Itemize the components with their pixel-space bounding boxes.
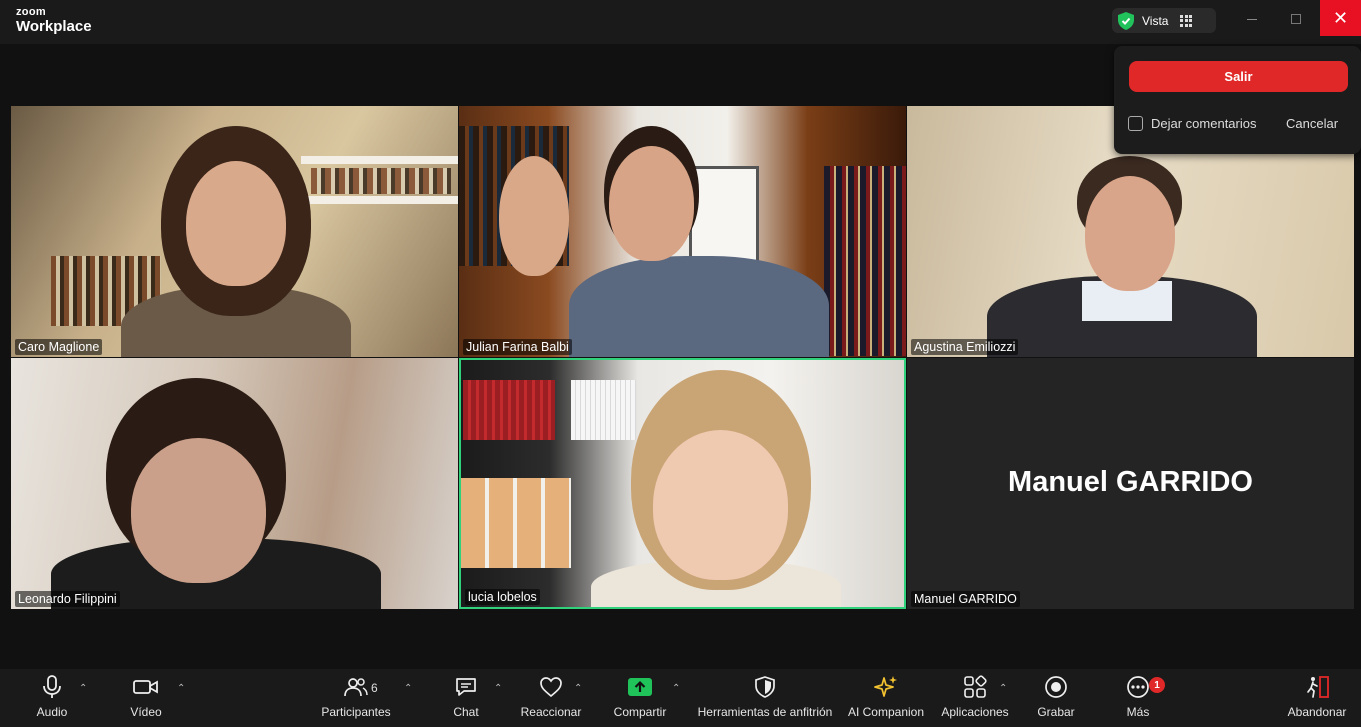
person-body: [569, 256, 829, 357]
books: [824, 166, 906, 356]
bookshelf-shelf: [301, 196, 458, 204]
cancel-button[interactable]: Cancelar: [1286, 116, 1338, 131]
person-face: [609, 146, 694, 261]
maximize-button[interactable]: [1276, 0, 1316, 38]
books: [311, 168, 451, 194]
view-label: Vista: [1142, 13, 1169, 28]
record-label: Grabar: [1037, 705, 1075, 719]
ai-companion-button[interactable]: AI Companion: [846, 669, 926, 727]
apps-icon: [964, 675, 987, 698]
leave-meeting-panel: Salir Dejar comentarios Cancelar: [1114, 46, 1361, 154]
video-tile-manuel[interactable]: Manuel GARRIDO Manuel GARRIDO: [907, 358, 1354, 609]
participant-name: Caro Maglione: [15, 339, 103, 355]
participant-display-name: Manuel GARRIDO: [1008, 466, 1253, 498]
close-icon: ✕: [1332, 7, 1349, 28]
leave-label: Abandonar: [1287, 705, 1347, 719]
participant-name: Agustina Emiliozzi: [911, 339, 1019, 355]
react-options-caret[interactable]: ⌃: [574, 683, 582, 694]
sparkle-icon: [874, 676, 897, 697]
minimize-icon: [1247, 18, 1257, 20]
feedback-label[interactable]: Dejar comentarios: [1151, 116, 1257, 131]
audio-button[interactable]: Audio: [30, 669, 74, 727]
video-options-caret[interactable]: ⌃: [177, 683, 185, 694]
video-tile-lucia[interactable]: lucia lobelos: [459, 358, 906, 609]
audio-options-caret[interactable]: ⌃: [79, 683, 87, 694]
view-button[interactable]: Vista: [1112, 8, 1216, 33]
participants-label: Participantes: [321, 705, 391, 719]
react-label: Reaccionar: [520, 705, 582, 719]
audio-label: Audio: [36, 705, 68, 719]
feedback-checkbox[interactable]: [1128, 116, 1143, 131]
minimize-button[interactable]: [1232, 0, 1272, 38]
more-label: Más: [1126, 705, 1150, 719]
grid-icon: [1180, 14, 1193, 27]
waving-hand: [499, 156, 569, 276]
host-tools-button[interactable]: Herramientas de anfitrión: [696, 669, 834, 727]
heart-icon: [540, 677, 562, 698]
person-face: [131, 438, 266, 583]
chat-options-caret[interactable]: ⌃: [494, 683, 502, 694]
apps-button[interactable]: Aplicaciones: [940, 669, 1010, 727]
participants-options-caret[interactable]: ⌃: [404, 683, 412, 694]
record-button[interactable]: Grabar: [1036, 669, 1076, 727]
participant-name: Leonardo Filippini: [15, 591, 120, 607]
participants-icon: [344, 678, 368, 697]
participants-button[interactable]: Participantes: [320, 669, 392, 727]
share-button[interactable]: Compartir: [610, 669, 670, 727]
video-tile-caro[interactable]: Caro Maglione: [11, 106, 458, 357]
shield-check-icon: [1118, 11, 1134, 30]
notification-badge: 1: [1149, 677, 1165, 693]
apps-options-caret[interactable]: ⌃: [999, 683, 1007, 694]
react-button[interactable]: Reaccionar: [520, 669, 582, 727]
participant-name: Manuel GARRIDO: [911, 591, 1020, 607]
exit-door-icon: [1307, 676, 1329, 698]
chat-label: Chat: [453, 705, 479, 719]
person-face: [653, 430, 788, 580]
binders: [461, 478, 571, 568]
video-tile-leonardo[interactable]: Leonardo Filippini: [11, 358, 458, 609]
share-label: Compartir: [613, 705, 667, 719]
close-window-button[interactable]: ✕: [1320, 0, 1361, 36]
person-face: [1085, 176, 1175, 291]
video-camera-icon: [133, 680, 158, 694]
bookshelf: [301, 156, 458, 164]
app-logo: zoom Workplace: [16, 6, 92, 35]
video-label: Vídeo: [130, 705, 162, 719]
brand-top: zoom: [16, 6, 46, 18]
ai-companion-label: AI Companion: [847, 705, 925, 719]
share-screen-icon: [628, 678, 652, 696]
maximize-icon: [1291, 14, 1301, 24]
chat-icon: [456, 678, 476, 696]
books: [463, 380, 555, 440]
participant-name: lucia lobelos: [465, 589, 540, 605]
leave-meeting-button[interactable]: Salir: [1129, 61, 1348, 92]
books: [571, 380, 636, 440]
host-tools-label: Herramientas de anfitrión: [697, 705, 833, 719]
chat-button[interactable]: Chat: [446, 669, 486, 727]
microphone-icon: [43, 675, 61, 698]
leave-button[interactable]: Abandonar: [1284, 669, 1350, 727]
more-icon: [1127, 676, 1149, 698]
video-tile-julian[interactable]: Julian Farina Balbi: [459, 106, 906, 357]
video-button[interactable]: Vídeo: [124, 669, 168, 727]
brand-bottom: Workplace: [16, 18, 92, 35]
participants-count: 6: [371, 681, 378, 695]
host-shield-icon: [755, 676, 775, 698]
apps-label: Aplicaciones: [941, 705, 1009, 719]
title-bar: zoom Workplace Vista ✕: [0, 0, 1361, 44]
participant-name: Julian Farina Balbi: [463, 339, 572, 355]
person-face: [186, 161, 286, 286]
share-options-caret[interactable]: ⌃: [672, 683, 680, 694]
record-icon: [1045, 676, 1067, 698]
